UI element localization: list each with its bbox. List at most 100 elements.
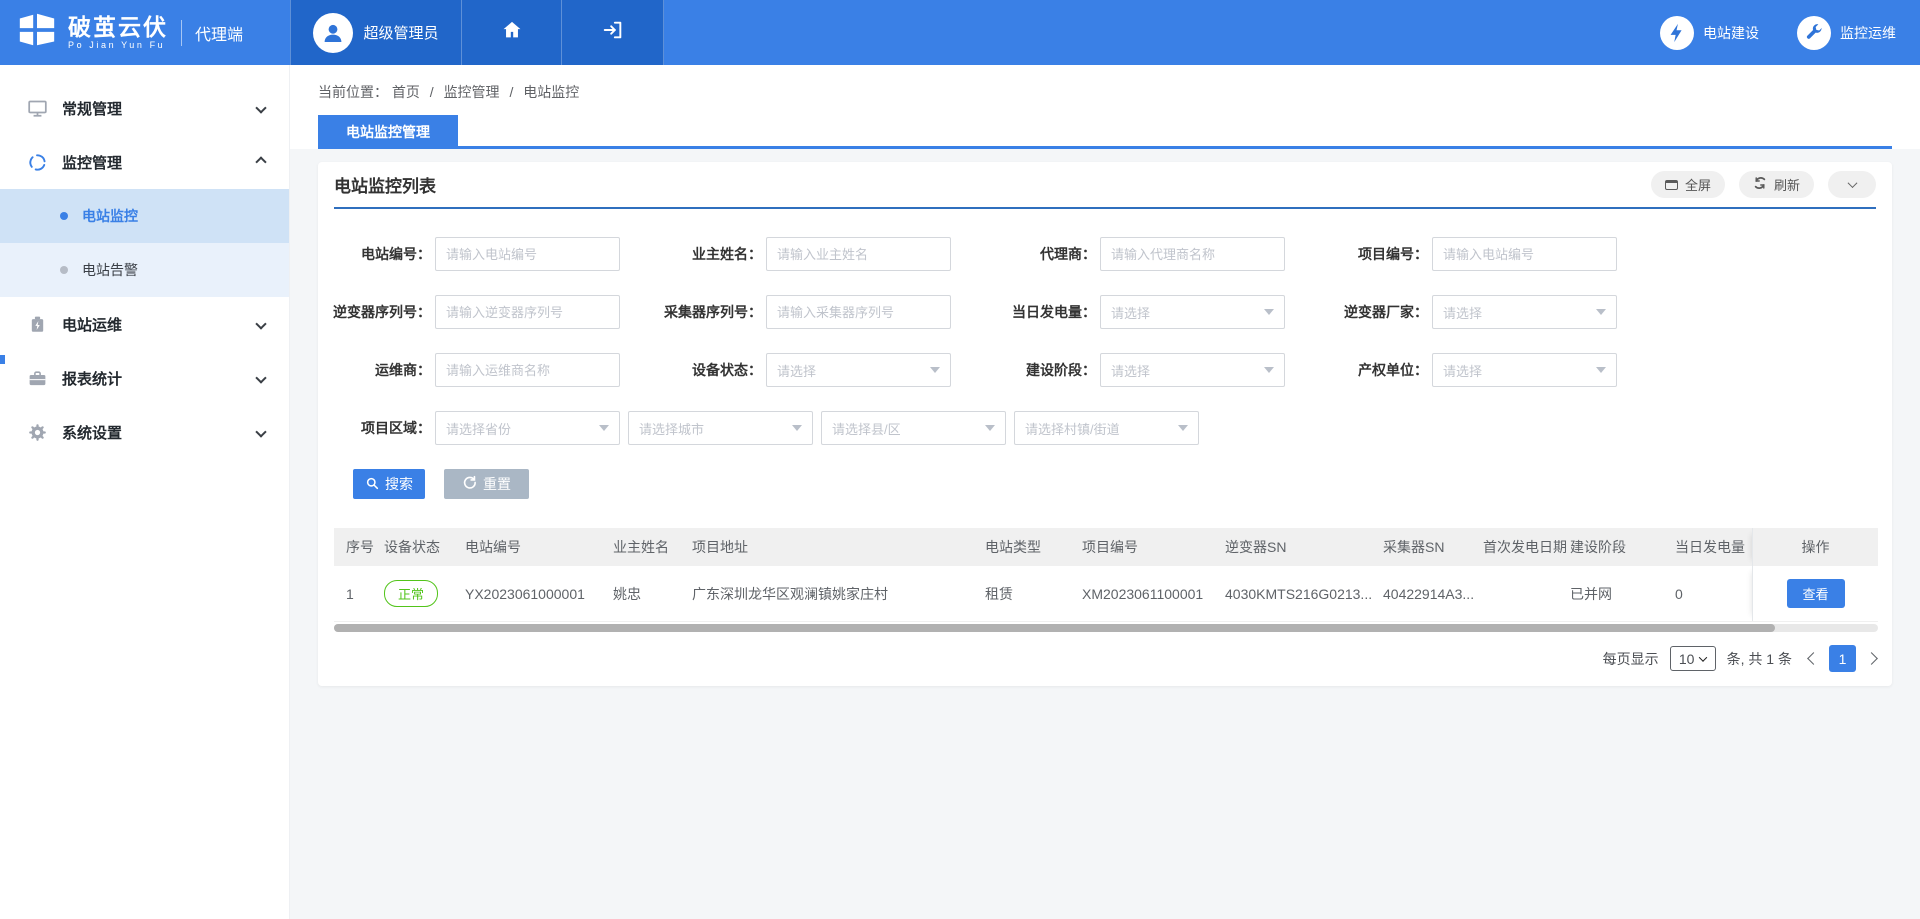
sidebar-item-label: 报表统计 [62, 368, 122, 389]
breadcrumb-section[interactable]: 监控管理 [444, 84, 500, 100]
sidebar-item-monitoring[interactable]: 监控管理 [0, 135, 289, 189]
caret-down-icon [1699, 653, 1707, 661]
breadcrumb-prefix: 当前位置： [318, 84, 388, 100]
device-status-select[interactable]: 请选择 [766, 353, 951, 387]
sidebar-item-general[interactable]: 常规管理 [0, 81, 289, 135]
tab-station-monitor-mgmt[interactable]: 电站监控管理 [318, 115, 458, 149]
card-header: 电站监控列表 全屏 刷新 [334, 162, 1876, 209]
briefcase-icon [26, 368, 48, 389]
owner-name-input[interactable] [766, 237, 951, 271]
brand-text: 破茧云伏 Po Jian Yun Fu [68, 15, 168, 49]
page-size-value: 10 [1679, 651, 1695, 667]
sidebar-subitem-station-monitor[interactable]: 电站监控 [0, 189, 289, 243]
province-select[interactable]: 请选择省份 [435, 411, 620, 445]
col-header: 电站类型 [985, 528, 1082, 566]
col-header: 首次发电日期 [1483, 528, 1570, 566]
field-label: 运维商： [321, 353, 431, 387]
sidebar-item-reports[interactable]: 报表统计 [0, 351, 289, 405]
cell-status: 正常 [384, 566, 465, 621]
station-build-button[interactable]: 电站建设 [1660, 16, 1759, 50]
field-label: 电站编号： [321, 237, 431, 271]
sidebar-item-station-ops[interactable]: 电站运维 [0, 297, 289, 351]
app-header: 破茧云伏 Po Jian Yun Fu 代理端 超级管理员 [0, 0, 1920, 65]
ops-vendor-input[interactable] [435, 353, 620, 387]
refresh-button[interactable]: 刷新 [1739, 171, 1814, 198]
search-button[interactable]: 搜索 [353, 469, 425, 499]
district-select[interactable]: 请选择县/区 [821, 411, 1006, 445]
pagination: 每页显示 10 条, 共 1 条 1 [334, 645, 1876, 672]
bullet-icon [60, 212, 68, 220]
col-header: 逆变器SN [1225, 528, 1383, 566]
select-placeholder: 请选择 [1443, 361, 1482, 380]
brand-name: 破茧云伏 [68, 15, 168, 39]
caret-down-icon [1596, 309, 1606, 315]
chevron-down-icon [257, 369, 265, 387]
field-label: 逆变器序列号： [321, 295, 431, 329]
station-table: 序号 设备状态 电站编号 业主姓名 项目地址 电站类型 项目编号 逆变器SN 采… [334, 528, 1878, 632]
inverter-sn-input[interactable] [435, 295, 620, 329]
cell-station-type: 租赁 [985, 566, 1082, 621]
town-select[interactable]: 请选择村镇/街道 [1014, 411, 1199, 445]
cell-project-no: XM2023061100001 [1082, 566, 1225, 621]
sidebar-subitem-station-alarm[interactable]: 电站告警 [0, 243, 289, 297]
brand-latin: Po Jian Yun Fu [68, 40, 168, 50]
build-stage-select[interactable]: 请选择 [1100, 353, 1285, 387]
station-no-input[interactable] [435, 237, 620, 271]
form-buttons: 搜索 重置 [353, 469, 1876, 499]
horizontal-scrollbar-thumb[interactable] [334, 624, 1775, 632]
home-icon [501, 19, 523, 46]
topbar: 当前位置： 首页 / 监控管理 / 电站监控 电站监控管理 [290, 65, 1920, 149]
city-select[interactable]: 请选择城市 [628, 411, 813, 445]
cell-station-no: YX2023061000001 [465, 566, 613, 621]
caret-down-icon [1264, 367, 1274, 373]
caret-down-icon [1178, 425, 1188, 431]
collector-sn-input[interactable] [766, 295, 951, 329]
cell-inverter-sn: 4030KMTS216G0213... [1225, 566, 1383, 621]
header-quick-actions: 电站建设 监控运维 [1660, 0, 1896, 65]
fullscreen-icon [1665, 180, 1678, 190]
cell-daily-power: 0 [1675, 566, 1752, 621]
lightning-icon [1660, 16, 1694, 50]
next-page-icon[interactable] [1865, 652, 1878, 665]
collapse-button[interactable] [1828, 171, 1876, 198]
project-no-input[interactable] [1432, 237, 1617, 271]
col-header: 当日发电量 [1675, 528, 1752, 566]
sidebar-subitem-label: 电站监控 [82, 206, 138, 226]
sidebar-item-label: 电站运维 [62, 314, 122, 335]
inverter-vendor-select[interactable]: 请选择 [1432, 295, 1617, 329]
prev-page-icon[interactable] [1807, 652, 1820, 665]
breadcrumb-page[interactable]: 电站监控 [523, 84, 579, 100]
user-name: 超级管理员 [363, 22, 438, 43]
card-title: 电站监控列表 [334, 172, 436, 197]
fullscreen-button[interactable]: 全屏 [1651, 171, 1725, 198]
header-user-strip: 超级管理员 [290, 0, 664, 65]
breadcrumb-home[interactable]: 首页 [392, 84, 420, 100]
user-avatar [313, 13, 353, 53]
sidebar-item-settings[interactable]: 系统设置 [0, 405, 289, 459]
home-button[interactable] [462, 0, 562, 65]
monitor-ops-button[interactable]: 监控运维 [1797, 16, 1896, 50]
caret-down-icon [930, 367, 940, 373]
refresh-label: 刷新 [1774, 175, 1800, 194]
cell-collector-sn: 40422914A3... [1383, 566, 1483, 621]
sidebar: 常规管理 监控管理 电站监控 电站告警 电站运维 [0, 65, 290, 919]
page-size-select[interactable]: 10 [1670, 646, 1716, 671]
field-label: 设备状态： [632, 353, 762, 387]
col-header: 项目地址 [692, 528, 985, 566]
daily-power-select[interactable]: 请选择 [1100, 295, 1285, 329]
field-label: 逆变器厂家： [1298, 295, 1428, 329]
reset-button[interactable]: 重置 [444, 469, 529, 499]
monitor-icon [26, 98, 48, 119]
view-button[interactable]: 查看 [1787, 579, 1845, 608]
current-user[interactable]: 超级管理员 [290, 0, 462, 65]
brand: 破茧云伏 Po Jian Yun Fu 代理端 [0, 0, 290, 65]
field-label: 项目区域： [321, 411, 431, 445]
logout-button[interactable] [562, 0, 664, 65]
agent-input[interactable] [1100, 237, 1285, 271]
col-header: 采集器SN [1383, 528, 1483, 566]
breadcrumb: 当前位置： 首页 / 监控管理 / 电站监控 [318, 65, 1920, 102]
select-placeholder: 请选择村镇/街道 [1025, 419, 1120, 438]
caret-down-icon [985, 425, 995, 431]
property-unit-select[interactable]: 请选择 [1432, 353, 1617, 387]
page-number[interactable]: 1 [1829, 645, 1856, 672]
